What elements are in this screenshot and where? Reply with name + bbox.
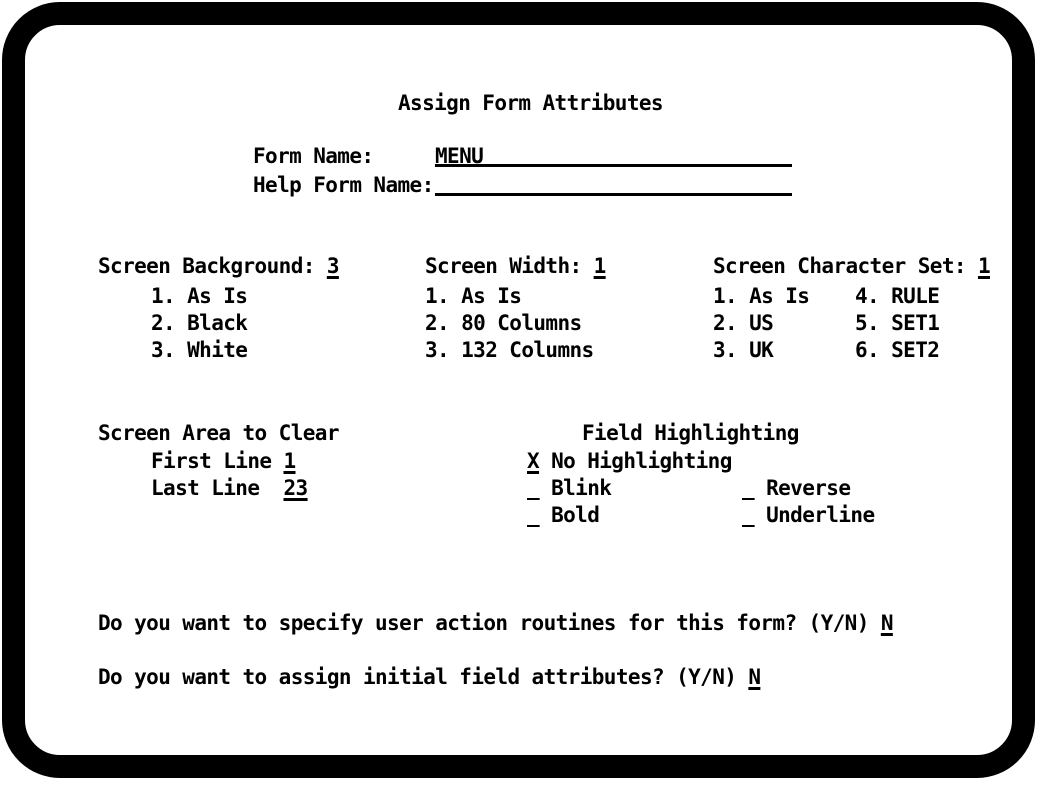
first-line-row: First Line 1 [151, 448, 296, 474]
underline-label: Underline [766, 503, 875, 527]
screen-width-option-3[interactable]: 3. 132 Columns [425, 337, 594, 363]
prompt-user-action-routines-value[interactable]: N [881, 611, 894, 635]
screen-width-group: Screen Width: 1 [425, 253, 606, 279]
first-line-value[interactable]: 1 [283, 449, 296, 473]
screen-width-option-1[interactable]: 1. As Is [425, 283, 522, 309]
reverse-label: Reverse [766, 476, 851, 500]
bold-label: Bold [551, 503, 600, 527]
screen-character-set-option-4[interactable]: 4. RULE [855, 283, 940, 309]
help-form-name-input-rule[interactable] [435, 193, 792, 196]
prompt-initial-field-attributes-value[interactable]: N [748, 665, 761, 689]
field-highlighting-option-underline[interactable]: _ Underline [742, 502, 875, 528]
screen-width-label: Screen Width: [425, 254, 582, 278]
terminal-screen: Assign Form Attributes Form Name: MENU H… [0, 0, 1064, 804]
last-line-row: Last Line 23 [151, 475, 308, 501]
screen-character-set-option-2[interactable]: 2. US [713, 310, 774, 336]
prompt-initial-field-attributes-text: Do you want to assign initial field attr… [98, 665, 737, 689]
screen-character-set-group: Screen Character Set: 1 [713, 253, 991, 279]
field-highlighting-option-bold[interactable]: _ Bold [527, 502, 600, 528]
form-name-input-rule[interactable] [435, 164, 792, 167]
no-highlighting-mark[interactable]: X [527, 448, 540, 474]
screen-character-set-label: Screen Character Set: [713, 254, 967, 278]
field-highlighting-option-blink[interactable]: _ Blink [527, 475, 612, 501]
field-highlighting-option-reverse[interactable]: _ Reverse [742, 475, 851, 501]
blink-mark[interactable]: _ [527, 475, 540, 501]
underline-mark[interactable]: _ [742, 502, 755, 528]
page-title: Assign Form Attributes [398, 91, 664, 115]
screen-character-set-option-1[interactable]: 1. As Is [713, 283, 810, 309]
screen-character-set-option-6[interactable]: 6. SET2 [855, 337, 940, 363]
screen-background-group: Screen Background: 3 [98, 253, 339, 279]
screen-background-option-2[interactable]: 2. Black [151, 310, 248, 336]
screen-character-set-option-3[interactable]: 3. UK [713, 337, 774, 363]
prompt-user-action-routines-text: Do you want to specify user action routi… [98, 611, 869, 635]
blink-label: Blink [551, 476, 612, 500]
screen-area-to-clear-heading: Screen Area to Clear [98, 421, 339, 445]
screen-background-label: Screen Background: [98, 254, 315, 278]
screen-width-option-2[interactable]: 2. 80 Columns [425, 310, 582, 336]
screen-background-value[interactable]: 3 [327, 254, 340, 278]
last-line-label: Last Line [151, 476, 260, 500]
form-name-label: Form Name: [253, 144, 374, 168]
bold-mark[interactable]: _ [527, 502, 540, 528]
field-highlighting-option-no-highlighting[interactable]: X No Highlighting [527, 448, 732, 474]
first-line-label: First Line [151, 449, 272, 473]
field-highlighting-heading: Field Highlighting [582, 421, 799, 445]
screen-background-option-1[interactable]: 1. As Is [151, 283, 248, 309]
screen-character-set-option-5[interactable]: 5. SET1 [855, 310, 940, 336]
help-form-name-label: Help Form Name: [253, 173, 434, 197]
screen-character-set-value[interactable]: 1 [978, 254, 991, 278]
screen-width-value[interactable]: 1 [594, 254, 607, 278]
no-highlighting-label: No Highlighting [551, 449, 732, 473]
screen-background-option-3[interactable]: 3. White [151, 337, 248, 363]
last-line-value[interactable]: 23 [283, 476, 308, 500]
prompt-user-action-routines: Do you want to specify user action routi… [98, 610, 893, 636]
reverse-mark[interactable]: _ [742, 475, 755, 501]
prompt-initial-field-attributes: Do you want to assign initial field attr… [98, 664, 761, 690]
